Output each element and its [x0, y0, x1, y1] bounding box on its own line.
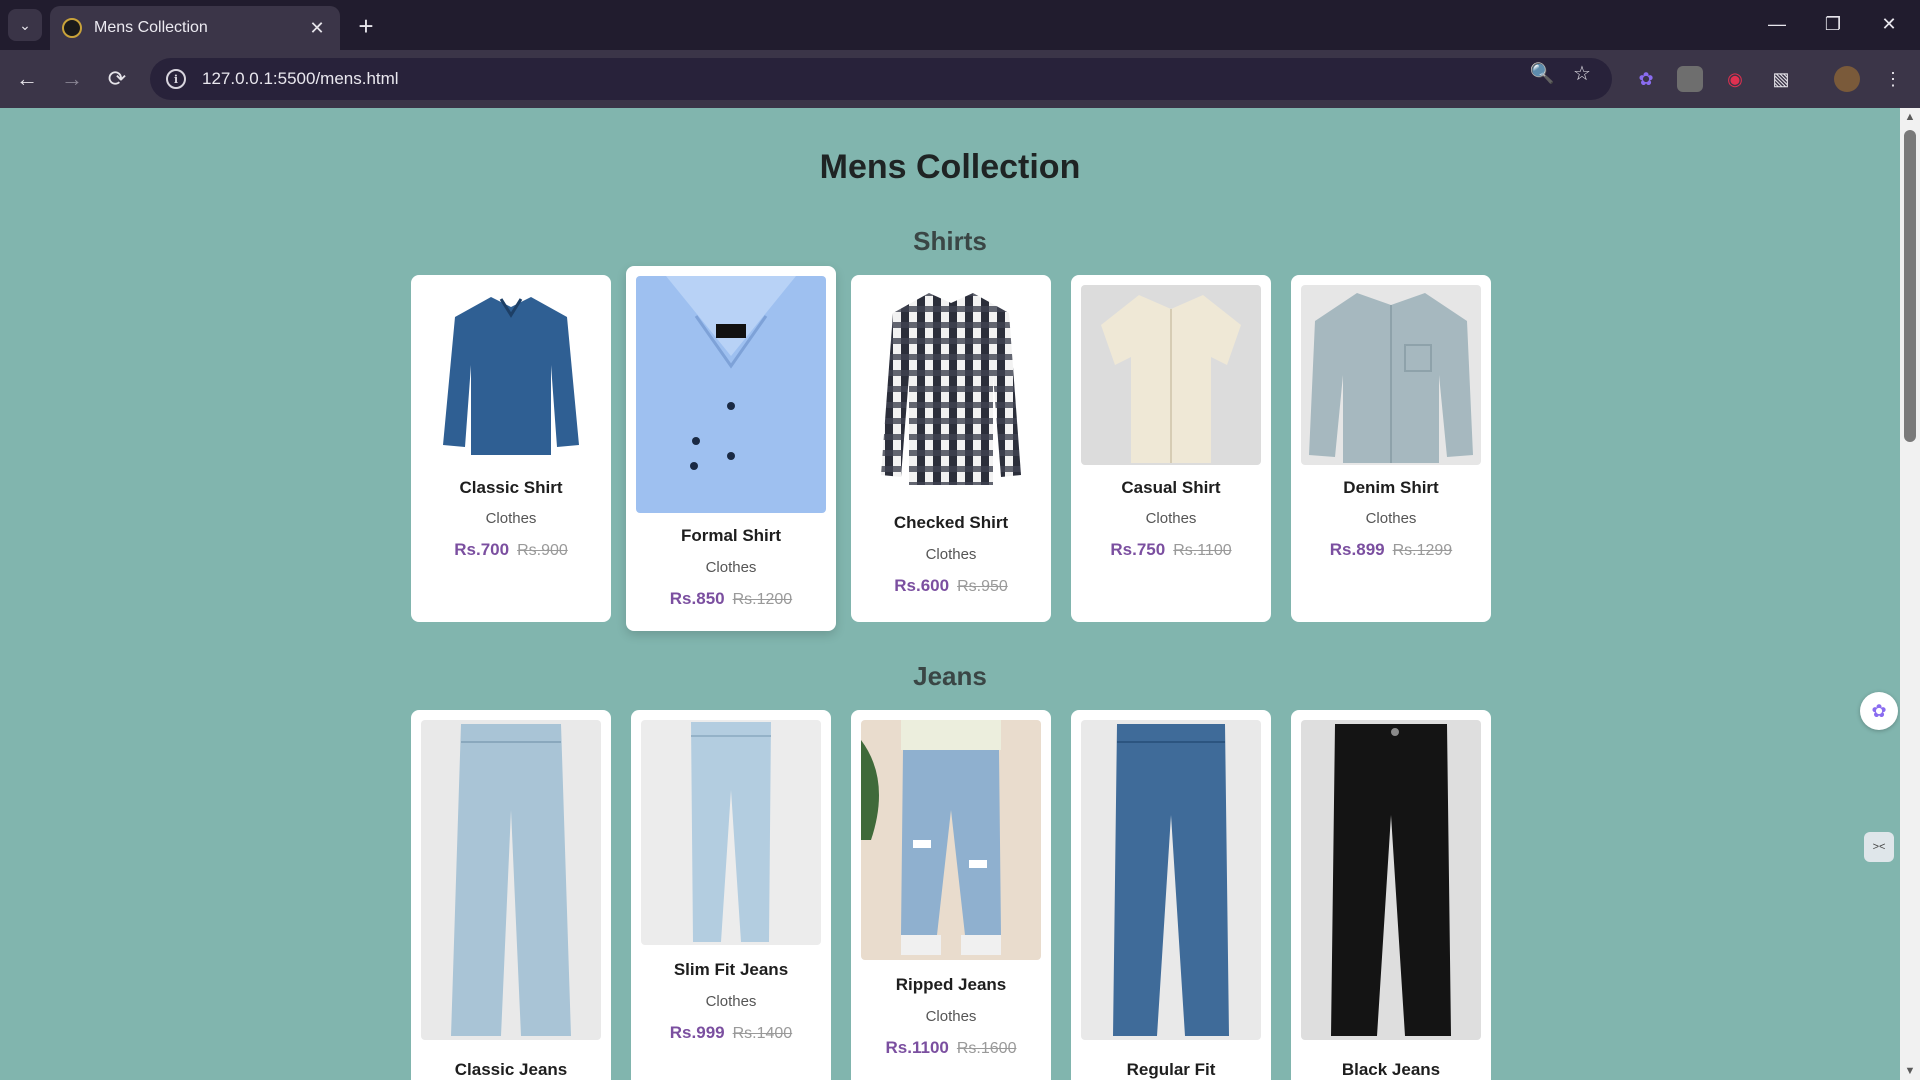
product-name: Classic Shirt — [459, 478, 563, 497]
product-price: Rs.1100 — [885, 1038, 949, 1057]
product-category: Clothes — [485, 510, 537, 527]
site-info-icon[interactable]: i — [166, 69, 186, 89]
product-old-price: Rs.950 — [957, 578, 1008, 595]
address-bar[interactable]: i 127.0.0.1:5500/mens.html — [150, 58, 1612, 100]
product-prices: Rs.700 Rs.900 — [411, 540, 611, 560]
product-name: Checked Shirt — [893, 513, 1009, 532]
product-old-price: Rs.1100 — [1173, 542, 1232, 559]
product-card-slim-fit-jeans[interactable]: Slim Fit Jeans Clothes Rs.999 Rs.1400 — [631, 710, 831, 1080]
close-window-icon[interactable]: ✕ — [1866, 8, 1912, 40]
url-text: 127.0.0.1:5500/mens.html — [202, 69, 399, 88]
extension-photo-icon[interactable] — [1677, 66, 1703, 92]
product-card-classic-shirt[interactable]: Classic Shirt Clothes Rs.700 Rs.900 — [411, 275, 611, 622]
reload-icon[interactable]: ⟳ — [100, 62, 134, 96]
product-price: Rs.999 — [669, 1023, 725, 1042]
product-image — [1081, 720, 1261, 1040]
product-price: Rs.600 — [894, 576, 950, 595]
tab-title: Mens Collection — [94, 19, 208, 36]
scrollbar-thumb[interactable] — [1904, 130, 1916, 442]
product-category: Clothes — [925, 1008, 977, 1025]
section-title-shirts: Shirts — [913, 226, 987, 256]
product-image — [641, 720, 821, 945]
browser-menu-icon[interactable]: ⋮ — [1880, 66, 1906, 92]
floating-brain-extension-icon[interactable]: ✿ — [1860, 692, 1898, 730]
product-price: Rs.899 — [1329, 540, 1385, 559]
product-category: Clothes — [705, 559, 757, 576]
section-title-jeans: Jeans — [913, 661, 987, 691]
product-old-price: Rs.1299 — [1392, 542, 1453, 559]
product-category: Clothes — [925, 546, 977, 563]
product-name: Slim Fit Jeans — [673, 960, 789, 979]
product-name: Casual Shirt — [1121, 478, 1221, 497]
site-favicon-icon — [62, 18, 82, 38]
product-price: Rs.750 — [1110, 540, 1166, 559]
product-card-black-jeans[interactable]: Black Jeans — [1291, 710, 1491, 1080]
product-old-price: Rs.1600 — [956, 1040, 1017, 1057]
close-tab-icon[interactable]: ✕ — [306, 17, 328, 39]
product-name: Formal Shirt — [680, 526, 782, 545]
product-image — [636, 276, 826, 513]
product-price: Rs.850 — [669, 589, 725, 608]
forward-icon[interactable]: → — [55, 62, 89, 96]
product-prices: Rs.899 Rs.1299 — [1291, 540, 1491, 560]
zoom-icon[interactable]: 🔍 — [1529, 60, 1555, 86]
product-category: Clothes — [1145, 510, 1197, 527]
bookmark-star-icon[interactable]: ☆ — [1569, 60, 1595, 86]
product-name: Regular Fit — [1126, 1060, 1216, 1079]
profile-avatar[interactable] — [1834, 66, 1860, 92]
page-content: Mens Collection Shirts Classic Shirt Clo… — [0, 108, 1900, 1080]
product-card-casual-shirt[interactable]: Casual Shirt Clothes Rs.750 Rs.1100 — [1071, 275, 1271, 622]
page-scrollbar[interactable]: ▲ ▼ — [1900, 108, 1920, 1080]
restore-icon[interactable]: ❐ — [1810, 8, 1856, 40]
page-title: Mens Collection — [819, 148, 1081, 186]
product-image — [861, 720, 1041, 960]
product-image — [1081, 285, 1261, 465]
product-image — [1301, 720, 1481, 1040]
product-price: Rs.700 — [454, 540, 510, 559]
product-prices: Rs.1100 Rs.1600 — [851, 1038, 1051, 1058]
tab-mens-collection[interactable]: Mens Collection ✕ — [50, 6, 340, 50]
product-card-checked-shirt[interactable]: Checked Shirt Clothes Rs.600 Rs.950 — [851, 275, 1051, 622]
back-icon[interactable]: ← — [10, 62, 44, 96]
product-image — [421, 720, 601, 1040]
scroll-down-arrow-icon[interactable]: ▼ — [1903, 1065, 1917, 1077]
product-name: Classic Jeans — [454, 1060, 568, 1079]
product-old-price: Rs.900 — [517, 542, 568, 559]
product-old-price: Rs.1200 — [732, 591, 793, 608]
product-card-classic-jeans[interactable]: Classic Jeans — [411, 710, 611, 1080]
product-card-regular-fit[interactable]: Regular Fit — [1071, 710, 1271, 1080]
product-image — [869, 285, 1033, 495]
extension-record-icon[interactable]: ◉ — [1722, 66, 1748, 92]
extension-brain-icon[interactable]: ✿ — [1633, 66, 1659, 92]
product-category: Clothes — [705, 993, 757, 1010]
extensions-puzzle-icon[interactable]: ▧ — [1768, 66, 1794, 92]
product-image — [1301, 285, 1481, 465]
product-name: Ripped Jeans — [895, 975, 1007, 994]
tab-search-dropdown-button[interactable]: ⌄ — [8, 9, 42, 41]
product-card-formal-shirt[interactable]: Formal Shirt Clothes Rs.850 Rs.1200 — [626, 266, 836, 631]
product-image — [429, 285, 593, 465]
tab-strip: ⌄ Mens Collection ✕ + — ❐ ✕ — [0, 0, 1920, 50]
product-prices: Rs.999 Rs.1400 — [631, 1023, 831, 1043]
product-prices: Rs.850 Rs.1200 — [626, 589, 836, 609]
product-prices: Rs.750 Rs.1100 — [1071, 540, 1271, 560]
new-tab-button[interactable]: + — [352, 11, 380, 41]
minimize-icon[interactable]: — — [1754, 8, 1800, 40]
product-name: Black Jeans — [1341, 1060, 1441, 1079]
product-name: Denim Shirt — [1343, 478, 1439, 497]
floating-chat-widget-icon[interactable]: >< — [1864, 832, 1894, 862]
scroll-up-arrow-icon[interactable]: ▲ — [1903, 111, 1917, 123]
product-category: Clothes — [1365, 510, 1417, 527]
browser-toolbar: ← → ⟳ i 127.0.0.1:5500/mens.html 🔍 ☆ — [0, 50, 1920, 108]
product-old-price: Rs.1400 — [732, 1025, 793, 1042]
product-card-ripped-jeans[interactable]: Ripped Jeans Clothes Rs.1100 Rs.1600 — [851, 710, 1051, 1080]
product-prices: Rs.600 Rs.950 — [851, 576, 1051, 596]
product-card-denim-shirt[interactable]: Denim Shirt Clothes Rs.899 Rs.1299 — [1291, 275, 1491, 622]
